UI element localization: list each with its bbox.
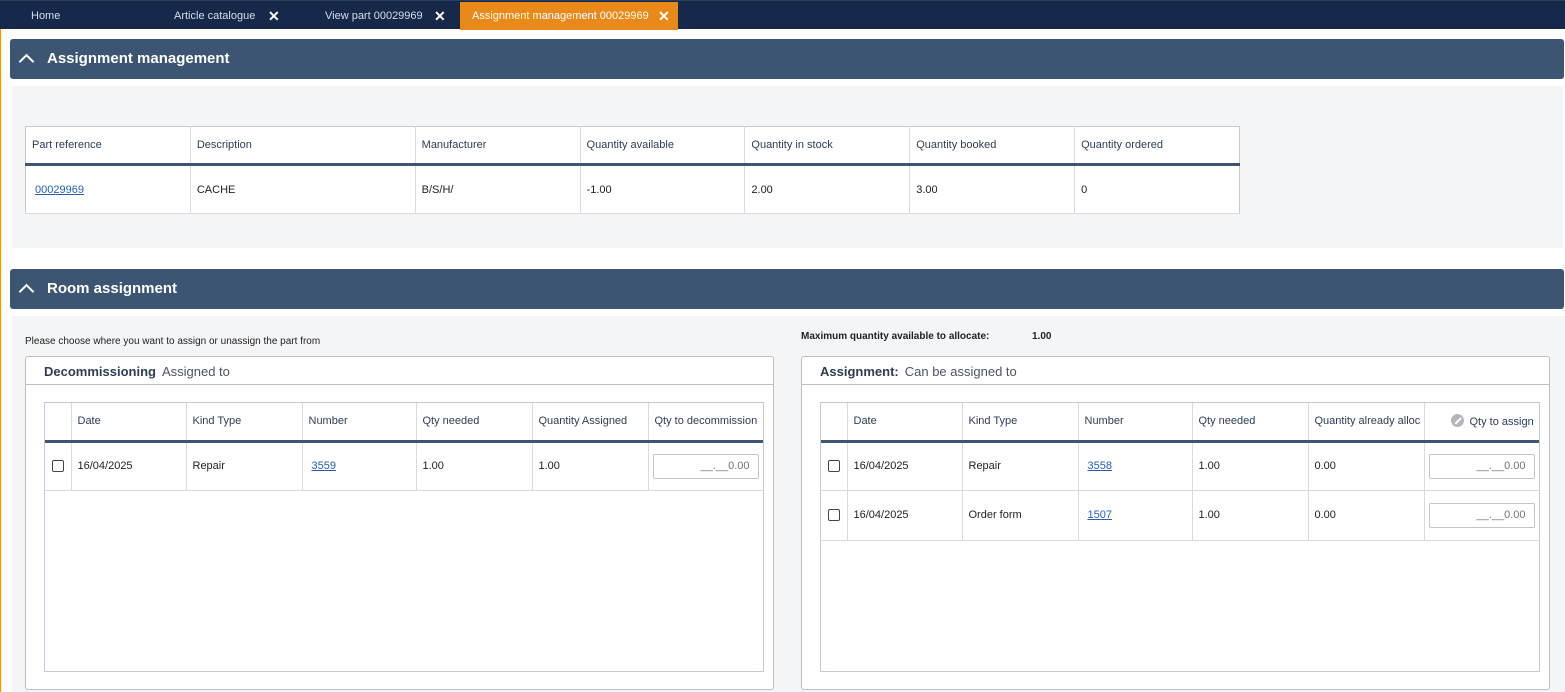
description-cell: CACHE <box>190 164 416 214</box>
col-kind-type[interactable]: Kind Type <box>186 403 303 441</box>
qty-to-assign-input[interactable] <box>1428 453 1535 479</box>
col-select <box>45 403 72 441</box>
row-checkbox[interactable] <box>828 509 840 522</box>
col-qty-needed[interactable]: Qty needed <box>1192 403 1309 441</box>
number-link[interactable]: 1507 <box>1088 509 1112 521</box>
part-table: Part reference Description Manufacturer … <box>25 126 1240 214</box>
col-quantity-already-allocated[interactable]: Quantity already alloc <box>1308 403 1425 441</box>
divider <box>802 384 1549 385</box>
col-select <box>821 403 848 441</box>
decommissioning-group: Decommissioning Assigned to Date Kind Typ… <box>25 356 774 690</box>
decommissioning-title: Decommissioning Assigned to <box>44 364 230 379</box>
table-row: 00029969 CACHE B/S/H/ -1.00 2.00 3.00 0 <box>25 164 1240 214</box>
qty-to-decommission-input[interactable] <box>652 453 759 479</box>
assignment-title: Assignment: Can be assigned to <box>820 364 1017 379</box>
col-quantity-in-stock[interactable]: Quantity in stock <box>744 126 911 165</box>
tab-assignment-management[interactable]: Assignment management 00029969 ✕ <box>460 2 678 30</box>
divider <box>26 384 773 385</box>
edit-disabled-icon <box>1450 414 1464 428</box>
assignment-table: Date Kind Type Number Qty needed Quantit… <box>821 403 1539 541</box>
chevron-up-icon[interactable] <box>18 53 35 70</box>
room-assignment-header[interactable]: Room assignment <box>10 269 1564 309</box>
col-qty-to-decommission[interactable]: Qty to decommission <box>648 403 763 441</box>
row-checkbox[interactable] <box>828 460 840 473</box>
date-cell: 16/04/2025 <box>71 441 187 490</box>
tab-view-part[interactable]: View part 00029969 ✕ <box>325 2 453 30</box>
tab-home[interactable]: Home <box>31 2 60 30</box>
quantity-assigned-cell: 1.00 <box>532 441 649 490</box>
decommissioning-grid: Date Kind Type Number Qty needed Quantit… <box>44 402 764 672</box>
number-link[interactable]: 3558 <box>1088 460 1112 472</box>
qty-needed-cell: 1.00 <box>1192 441 1309 490</box>
kind-type-cell: Repair <box>186 441 303 490</box>
quantity-in-stock-cell: 2.00 <box>744 164 911 214</box>
col-part-reference[interactable]: Part reference <box>25 126 191 165</box>
kind-type-cell: Order form <box>962 490 1079 540</box>
date-cell: 16/04/2025 <box>847 441 963 490</box>
assignment-grid: Date Kind Type Number Qty needed Quantit… <box>820 402 1540 672</box>
instruction-text: Please choose where you want to assign o… <box>25 336 321 347</box>
number-link[interactable]: 3559 <box>312 460 336 472</box>
col-qty-needed[interactable]: Qty needed <box>416 403 533 441</box>
assignment-group: Assignment: Can be assigned to Date Kind … <box>801 356 1550 690</box>
decommissioning-table: Date Kind Type Number Qty needed Quantit… <box>45 403 763 491</box>
col-number[interactable]: Number <box>1078 403 1193 441</box>
col-qty-to-assign[interactable]: Qty to assign <box>1424 403 1539 441</box>
manufacturer-cell: B/S/H/ <box>415 164 581 214</box>
chevron-up-icon[interactable] <box>18 283 35 300</box>
table-row: 16/04/2025 Repair 3558 1.00 0.00 <box>821 441 1539 490</box>
date-cell: 16/04/2025 <box>847 490 963 540</box>
max-quantity-label: Maximum quantity available to allocate: <box>801 331 990 342</box>
table-row: 16/04/2025 Order form 1507 1.00 0.00 <box>821 490 1539 540</box>
col-quantity-assigned[interactable]: Quantity Assigned <box>532 403 649 441</box>
max-quantity-value: 1.00 <box>1032 331 1052 342</box>
col-quantity-available[interactable]: Quantity available <box>580 126 746 165</box>
col-date[interactable]: Date <box>71 403 187 441</box>
col-number[interactable]: Number <box>302 403 417 441</box>
qty-allocated-cell: 0.00 <box>1308 441 1425 490</box>
tab-bar: Home Article catalogue ✕ View part 00029… <box>0 0 1565 30</box>
qty-to-assign-input[interactable] <box>1428 502 1535 528</box>
close-icon[interactable]: ✕ <box>434 2 446 30</box>
col-quantity-booked[interactable]: Quantity booked <box>909 126 1076 165</box>
tab-article-catalogue[interactable]: Article catalogue ✕ <box>174 2 289 30</box>
assignment-management-header[interactable]: Assignment management <box>10 39 1564 79</box>
quantity-ordered-cell: 0 <box>1081 183 1088 196</box>
close-icon[interactable]: ✕ <box>658 2 670 30</box>
kind-type-cell: Repair <box>962 441 1079 490</box>
col-description[interactable]: Description <box>190 126 416 165</box>
col-manufacturer[interactable]: Manufacturer <box>415 126 581 165</box>
col-kind-type[interactable]: Kind Type <box>962 403 1079 441</box>
part-reference-link[interactable]: 00029969 <box>35 184 84 196</box>
row-checkbox[interactable] <box>52 460 64 473</box>
col-date[interactable]: Date <box>847 403 963 441</box>
qty-needed-cell: 1.00 <box>416 441 533 490</box>
quantity-available-cell: -1.00 <box>580 164 746 214</box>
qty-allocated-cell: 0.00 <box>1308 490 1425 540</box>
quantity-booked-cell: 3.00 <box>909 164 1076 214</box>
table-row: 16/04/2025 Repair 3559 1.00 1.00 <box>45 441 763 490</box>
qty-needed-cell: 1.00 <box>1192 490 1309 540</box>
close-icon[interactable]: ✕ <box>268 2 280 30</box>
col-quantity-ordered[interactable]: Quantity ordered <box>1075 127 1240 165</box>
